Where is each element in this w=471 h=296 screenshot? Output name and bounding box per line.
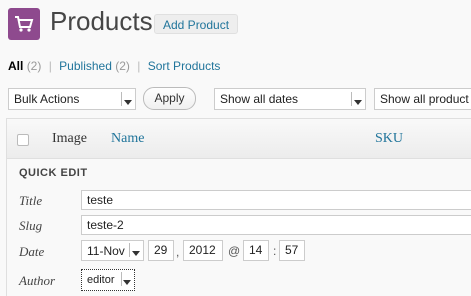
status-filter-links: All (2) | Published (2) | Sort Products xyxy=(8,59,220,73)
date-comma: , xyxy=(176,245,180,259)
add-product-button[interactable]: Add Product xyxy=(154,14,239,34)
table-header: Image Name SKU xyxy=(7,119,471,159)
cart-icon xyxy=(15,16,34,32)
month-select[interactable]: 11-Nov xyxy=(81,240,144,261)
chevron-down-icon xyxy=(129,243,141,257)
select-all-checkbox[interactable] xyxy=(17,134,29,146)
year-input[interactable]: 2012 xyxy=(183,240,223,261)
product-type-value: Show all product xyxy=(380,92,469,106)
products-table: Image Name SKU QUICK EDIT Title teste Sl… xyxy=(6,118,471,296)
date-filter-value: Show all dates xyxy=(220,92,299,106)
chevron-down-icon xyxy=(121,92,133,106)
hour-input[interactable]: 14 xyxy=(243,240,269,261)
apply-button[interactable]: Apply xyxy=(143,87,196,110)
filter-published[interactable]: Published xyxy=(59,59,112,73)
filter-separator: | xyxy=(137,59,141,73)
page-title: Products xyxy=(50,6,153,36)
slug-label: Slug xyxy=(19,218,43,233)
filter-published-count: (2) xyxy=(115,59,130,73)
author-label: Author xyxy=(19,273,56,288)
chevron-down-icon xyxy=(121,272,132,286)
title-label: Title xyxy=(19,193,43,208)
time-at-separator: @ xyxy=(228,244,241,258)
filter-separator: | xyxy=(48,59,52,73)
slug-input[interactable]: teste-2 xyxy=(81,215,471,235)
month-value: 11-Nov xyxy=(87,244,125,258)
author-select[interactable]: editor xyxy=(81,269,135,291)
column-sku[interactable]: SKU xyxy=(375,131,403,147)
column-image: Image xyxy=(52,131,87,146)
bulk-actions-select[interactable]: Bulk Actions xyxy=(8,88,136,110)
time-colon: : xyxy=(273,244,277,258)
bulk-actions-value: Bulk Actions xyxy=(14,92,80,106)
filter-all-count: (2) xyxy=(26,59,42,73)
date-filter-select[interactable]: Show all dates xyxy=(214,88,366,110)
day-input[interactable]: 29 xyxy=(148,240,174,261)
title-input[interactable]: teste xyxy=(81,190,471,210)
author-value: editor xyxy=(87,274,115,286)
filter-all[interactable]: All xyxy=(8,59,23,73)
product-type-select[interactable]: Show all product xyxy=(374,88,471,110)
chevron-down-icon xyxy=(351,92,363,106)
column-name[interactable]: Name xyxy=(111,131,144,147)
quick-edit-heading: QUICK EDIT xyxy=(19,167,88,179)
sort-products-link[interactable]: Sort Products xyxy=(148,59,221,73)
date-label: Date xyxy=(19,244,45,259)
minute-input[interactable]: 57 xyxy=(279,240,305,261)
products-logo xyxy=(8,8,40,40)
